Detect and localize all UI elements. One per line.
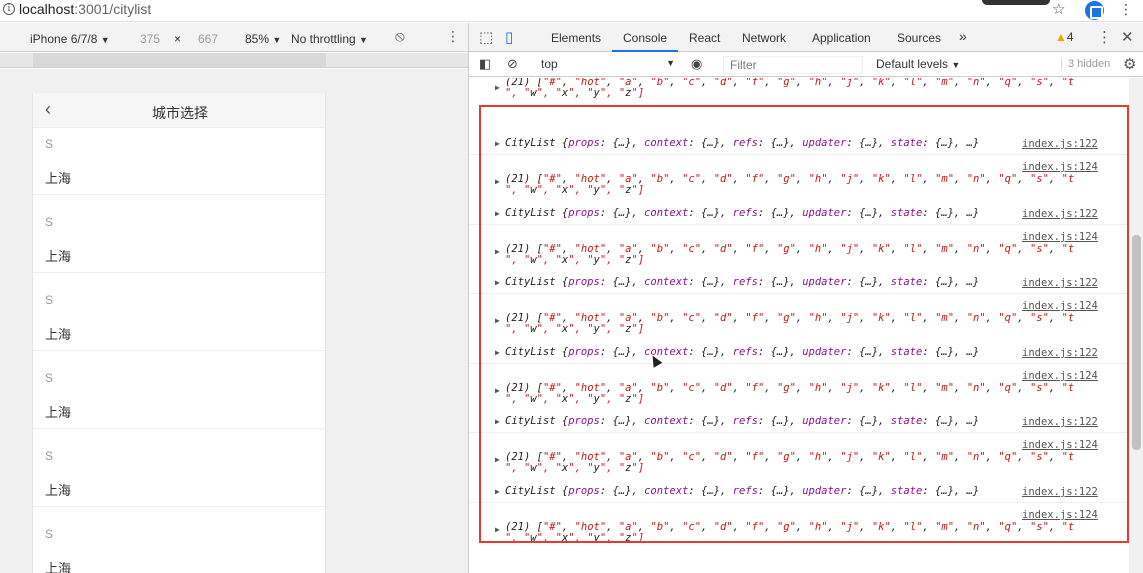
warning-icon: ▲	[1055, 30, 1067, 44]
extension-area	[982, 0, 1050, 5]
close-icon[interactable]: ✕	[1121, 28, 1134, 46]
clear-console-icon[interactable]: ⊘	[507, 56, 518, 72]
log-message: (21) ["#", "hot", "a", "b", "c", "d", "f…	[505, 78, 1075, 99]
expand-triangle-icon[interactable]: ▶	[495, 83, 500, 92]
city-item[interactable]: 上海	[45, 324, 71, 343]
tab-application[interactable]: Application	[812, 31, 871, 45]
zoom-label: 85%	[245, 32, 270, 46]
nav-bar: ‹ 城市选择	[33, 93, 325, 128]
media-query-ruler[interactable]	[0, 53, 468, 68]
devtools-tabbar: ⬚ ▯ Elements Console React Network Appli…	[469, 23, 1143, 52]
letter-header: S	[45, 527, 54, 541]
context-select[interactable]: top ▼	[529, 56, 675, 74]
bookmark-star-icon[interactable]: ☆	[1052, 0, 1065, 18]
tab-console[interactable]: Console	[623, 31, 667, 45]
letter-header: S	[45, 371, 54, 385]
more-tabs-icon[interactable]: »	[959, 28, 967, 44]
console-toolbar: ◧ ⊘ top ▼ ◉ Filter Default levels ▼ 3 hi…	[469, 53, 1143, 77]
phone-screen: ‹ 城市选择 S 上海 S 上海 S 上海 S 上海 S 上海 S 上海	[32, 93, 326, 573]
device-label: iPhone 6/7/8	[30, 32, 98, 46]
times-symbol: ×	[174, 32, 182, 46]
tab-sources[interactable]: Sources	[897, 31, 941, 45]
info-icon[interactable]: i	[3, 3, 15, 15]
more-options-icon[interactable]: ⋮	[446, 28, 460, 45]
tab-network[interactable]: Network	[742, 31, 786, 45]
city-item[interactable]: 上海	[45, 480, 71, 499]
warning-count: 4	[1066, 30, 1074, 44]
device-width[interactable]: 375	[140, 32, 160, 46]
console-scrollbar[interactable]	[1129, 78, 1143, 573]
divider	[33, 428, 325, 429]
browser-menu-icon[interactable]: ⋮	[1119, 1, 1133, 18]
throttling-select[interactable]: No throttling ▼	[291, 32, 368, 46]
letter-header: S	[45, 137, 54, 151]
hidden-count: 3 hidden	[1061, 58, 1110, 70]
city-item[interactable]: 上海	[45, 168, 71, 187]
url-bar[interactable]: i localhost:3001/citylist ☆ ⋮	[0, 0, 1143, 22]
live-expression-eye-icon[interactable]: ◉	[691, 56, 702, 72]
letter-header: S	[45, 215, 54, 229]
device-select[interactable]: iPhone 6/7/8 ▼	[30, 32, 110, 46]
page-title: 城市选择	[152, 105, 208, 121]
scrollbar-thumb[interactable]	[1132, 235, 1141, 450]
city-item[interactable]: 上海	[45, 246, 71, 265]
city-item[interactable]: 上海	[45, 402, 71, 421]
caret-down-icon: ▼	[272, 35, 282, 45]
inspect-element-icon[interactable]: ⬚	[479, 28, 493, 46]
city-item[interactable]: 上海	[45, 558, 71, 573]
active-tab-indicator	[612, 50, 678, 52]
zoom-select[interactable]: 85% ▼	[245, 32, 281, 46]
divider	[33, 194, 325, 195]
caret-down-icon: ▼	[951, 60, 961, 70]
context-label: top	[541, 57, 558, 71]
warning-badge[interactable]: ▲4	[1055, 30, 1074, 44]
log-levels-select[interactable]: Default levels ▼	[876, 57, 960, 71]
divider	[33, 506, 325, 507]
filter-input[interactable]: Filter	[723, 56, 863, 74]
letter-header: S	[45, 449, 54, 463]
divider	[33, 350, 325, 351]
profile-icon[interactable]	[1085, 1, 1104, 20]
caret-down-icon: ▼	[359, 35, 368, 45]
url-text[interactable]: localhost:3001/citylist	[19, 1, 151, 17]
gear-icon[interactable]: ⚙	[1123, 55, 1136, 73]
url-host: localhost	[19, 1, 75, 17]
rotate-icon[interactable]: ⦸	[395, 28, 405, 45]
levels-label: Default levels	[876, 57, 949, 71]
caret-down-icon: ▼	[666, 58, 675, 68]
url-path: :3001/citylist	[74, 1, 152, 17]
divider	[33, 272, 325, 273]
highlight-box	[479, 105, 1129, 543]
device-toolbar: iPhone 6/7/8 ▼ 375 × 667 85% ▼ No thrott…	[0, 23, 468, 52]
tab-react[interactable]: React	[689, 31, 720, 45]
sidebar-toggle-icon[interactable]: ◧	[479, 56, 491, 72]
letter-header: S	[45, 293, 54, 307]
devtools-menu-icon[interactable]: ⋮	[1097, 28, 1112, 46]
device-height[interactable]: 667	[198, 32, 218, 46]
device-toolbar-icon[interactable]: ▯	[505, 28, 513, 46]
throttling-label: No throttling	[291, 32, 356, 46]
tab-elements[interactable]: Elements	[551, 31, 601, 45]
caret-down-icon: ▼	[100, 35, 110, 45]
